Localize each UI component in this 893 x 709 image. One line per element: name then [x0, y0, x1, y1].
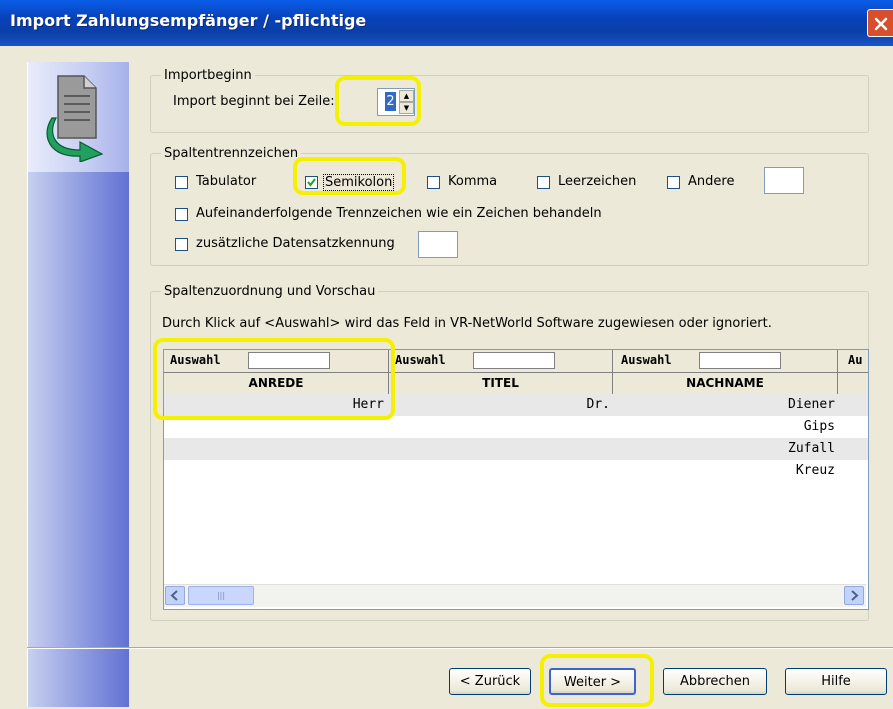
import-start-label: Import beginnt bei Zeile:	[173, 94, 335, 109]
close-icon	[874, 17, 888, 31]
auswahl-select-button[interactable]: Auswahl	[395, 353, 446, 367]
record-id-checkbox[interactable]	[175, 238, 188, 251]
horizontal-scrollbar[interactable]: |||	[164, 584, 866, 607]
arrow-down-icon: ▼	[403, 104, 410, 112]
auswahl-dropdown[interactable]	[699, 352, 781, 369]
table-cell: Dr.	[586, 397, 610, 412]
consecutive-delimiters-checkbox[interactable]	[175, 208, 188, 221]
back-button[interactable]: < Zurück	[449, 668, 531, 695]
table-row[interactable]: Herr Dr. Diener	[164, 394, 868, 416]
tabulator-label[interactable]: Tabulator	[196, 174, 256, 189]
sidebar-header	[28, 62, 129, 172]
komma-checkbox[interactable]	[427, 176, 440, 189]
leerzeichen-checkbox[interactable]	[537, 176, 550, 189]
window-title: Import Zahlungsempfänger / -pflichtige	[10, 11, 367, 30]
delimiter-group-title: Spaltentrennzeichen	[161, 146, 302, 161]
auswahl-select-button[interactable]: Au	[848, 353, 862, 367]
andere-checkbox[interactable]	[667, 176, 680, 189]
arrow-up-icon: ▲	[403, 92, 410, 100]
arrow-left-icon	[170, 590, 178, 601]
record-id-input[interactable]	[418, 231, 458, 258]
checkmark-icon	[307, 178, 316, 187]
arrow-right-icon	[851, 590, 859, 601]
mapping-instruction: Durch Klick auf <Auswahl> wird das Feld …	[162, 316, 772, 331]
auswahl-dropdown[interactable]	[473, 352, 555, 369]
consecutive-delimiters-label[interactable]: Aufeinanderfolgende Trennzeichen wie ein…	[196, 206, 602, 221]
semikolon-checkbox[interactable]	[305, 176, 318, 189]
start-row-value[interactable]: 2	[385, 92, 396, 111]
start-row-spinner[interactable]: 2 ▲ ▼	[377, 88, 415, 116]
column-header-partial: Au	[838, 350, 868, 394]
import-start-group-title: Importbeginn	[161, 68, 255, 83]
auswahl-dropdown[interactable]	[248, 352, 330, 369]
semikolon-label[interactable]: Semikolon	[323, 174, 395, 191]
title-bar[interactable]: Import Zahlungsempfänger / -pflichtige	[0, 0, 893, 46]
import-document-icon	[46, 75, 104, 162]
close-button[interactable]	[867, 9, 893, 37]
footer-separator	[27, 647, 893, 649]
auswahl-select-button[interactable]: Auswahl	[170, 353, 221, 367]
wizard-sidebar	[27, 62, 129, 707]
scroll-right-button[interactable]	[844, 586, 864, 605]
column-header-nachname: Auswahl NACHNAME	[613, 350, 838, 394]
table-cell: Herr	[352, 397, 384, 412]
table-row[interactable]: Zufall	[164, 438, 868, 460]
table-cell: Gips	[803, 419, 835, 434]
table-cell: Zufall	[788, 441, 835, 456]
table-row[interactable]: Kreuz	[164, 460, 868, 482]
record-id-label[interactable]: zusätzliche Datensatzkennung	[196, 236, 395, 251]
andere-label[interactable]: Andere	[688, 174, 734, 189]
spinner-up-button[interactable]: ▲	[399, 90, 414, 102]
column-name: NACHNAME	[613, 372, 837, 393]
column-name: TITEL	[389, 372, 612, 393]
next-button[interactable]: Weiter >	[549, 668, 636, 695]
table-row[interactable]: Gips	[164, 416, 868, 438]
help-button[interactable]: Hilfe	[785, 668, 887, 695]
komma-label[interactable]: Komma	[448, 174, 497, 189]
mapping-group-title: Spaltenzuordnung und Vorschau	[161, 284, 379, 299]
cancel-button[interactable]: Abbrechen	[663, 668, 767, 695]
tabulator-checkbox[interactable]	[175, 176, 188, 189]
column-header-titel: Auswahl TITEL	[389, 350, 613, 394]
auswahl-select-button[interactable]: Auswahl	[621, 353, 672, 367]
table-cell: Diener	[788, 397, 835, 412]
andere-input[interactable]	[764, 167, 804, 194]
scroll-left-button[interactable]	[165, 586, 185, 605]
column-header-anrede: Auswahl ANREDE	[164, 350, 389, 394]
preview-grid[interactable]: Auswahl ANREDE Auswahl TITEL Auswahl NAC…	[163, 349, 869, 610]
column-name: ANREDE	[164, 372, 388, 393]
scroll-thumb[interactable]: |||	[188, 586, 254, 605]
spinner-down-button[interactable]: ▼	[399, 102, 414, 114]
table-cell: Kreuz	[795, 463, 835, 478]
leerzeichen-label[interactable]: Leerzeichen	[558, 174, 636, 189]
